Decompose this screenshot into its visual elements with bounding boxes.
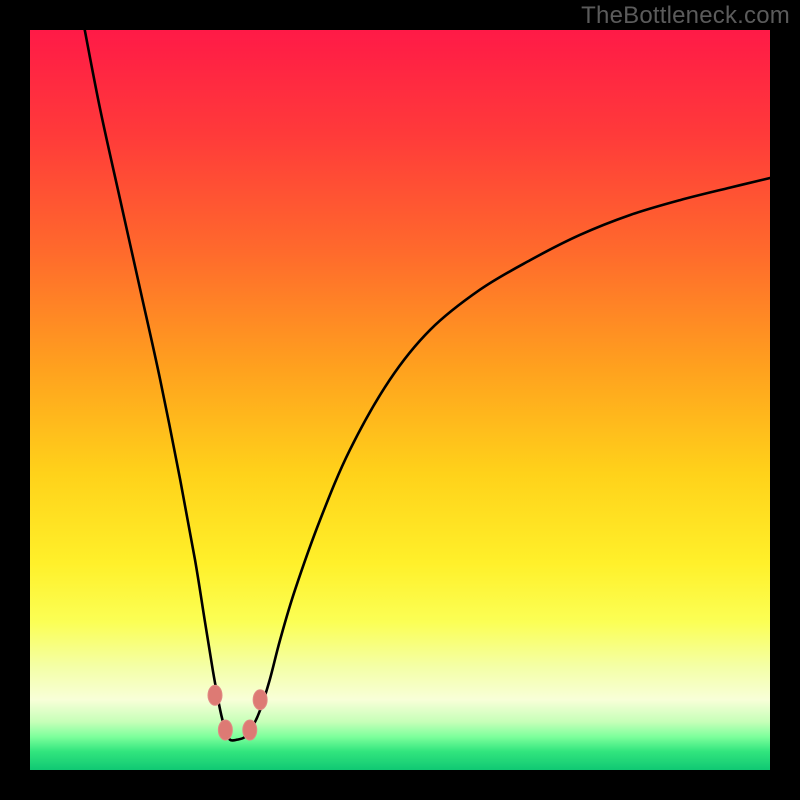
curve-marker-0 (208, 685, 222, 705)
curve-marker-3 (253, 690, 267, 710)
curve-marker-1 (218, 720, 232, 740)
plot-area (30, 30, 770, 770)
plot-svg (30, 30, 770, 770)
watermark-text: TheBottleneck.com (581, 2, 790, 30)
gradient-rect (30, 30, 770, 770)
curve-marker-2 (243, 720, 257, 740)
chart-stage: TheBottleneck.com (0, 0, 800, 800)
